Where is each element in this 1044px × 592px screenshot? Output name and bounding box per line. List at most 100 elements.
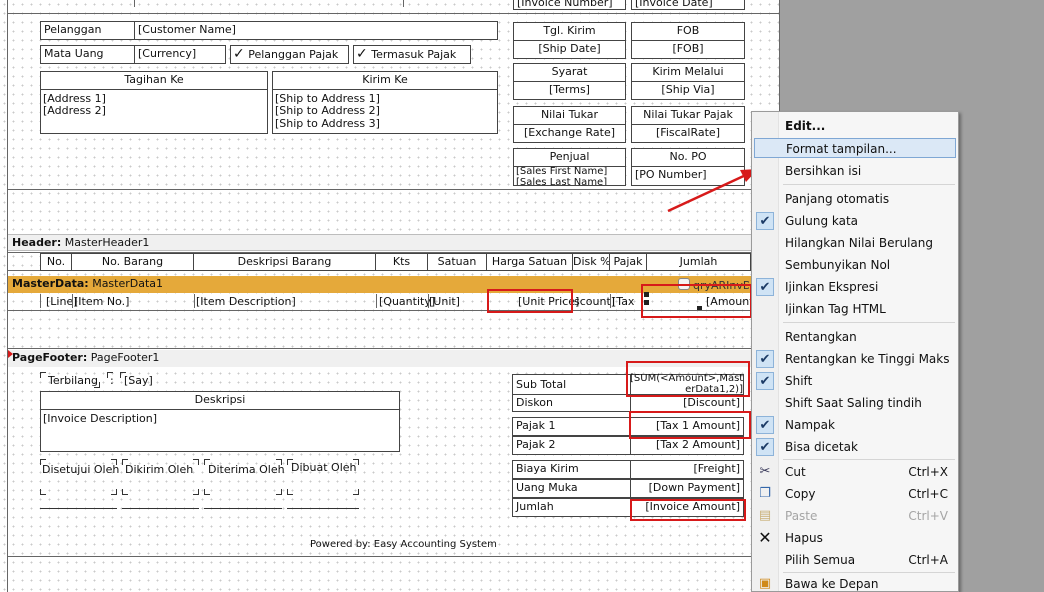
invoice-date-field[interactable]: [Invoice Date] <box>631 0 745 10</box>
fiscal-rate-field[interactable]: [FiscalRate] <box>631 124 745 143</box>
header-band-bar[interactable]: Header: MasterHeader1 <box>8 234 779 251</box>
col-header-satuan[interactable]: Satuan <box>427 253 487 271</box>
tagihan-ke-header[interactable]: Tagihan Ke <box>40 71 268 90</box>
menu-label: Cut <box>785 465 806 479</box>
col-header-jumlah[interactable]: Jumlah <box>646 253 751 271</box>
jumlah-label: Jumlah <box>516 500 554 513</box>
check-icon: ✓ <box>356 46 368 62</box>
nilai-tukar-text: Nilai Tukar <box>540 108 599 121</box>
menu-item-panjang-otomatis[interactable]: Panjang otomatis <box>754 189 956 209</box>
field-corner <box>40 489 46 495</box>
uang-muka-row[interactable]: Uang Muka [Down Payment] <box>512 479 744 498</box>
biaya-kirim-row[interactable]: Biaya Kirim [Freight] <box>512 460 744 479</box>
menu-item-bisa-dicetak[interactable]: ✔ Bisa dicetak <box>754 437 956 457</box>
field-corner <box>276 489 282 495</box>
mata-uang-label[interactable]: Mata Uang <box>40 45 135 64</box>
highlight-unit-price <box>487 289 573 313</box>
say-field[interactable]: [Say] <box>124 374 153 387</box>
field-corner <box>287 489 293 495</box>
item-description-field[interactable]: [Item Description] <box>196 295 296 308</box>
menu-item-cut[interactable]: ✂ Cut Ctrl+X <box>754 462 956 482</box>
diterima-block[interactable]: Diterima Oleh <box>204 459 285 509</box>
field-corner <box>204 489 210 495</box>
quantity-field[interactable]: [Quantity] <box>379 295 435 308</box>
context-menu: Edit... Format tampilan... Bersihkan isi… <box>751 111 959 592</box>
col-header-disk[interactable]: Disk % <box>572 253 610 271</box>
col-header-no-barang[interactable]: No. Barang <box>71 253 194 271</box>
menu-separator <box>783 322 955 323</box>
fob-field[interactable]: [FOB] <box>631 40 745 59</box>
copy-icon: ❐ <box>759 486 771 501</box>
menu-item-gulung-kata[interactable]: ✔ Gulung kata <box>754 211 956 231</box>
menu-item-sembunyikan-nol[interactable]: Sembunyikan Nol <box>754 255 956 275</box>
syarat-label[interactable]: Syarat <box>513 63 626 82</box>
menu-item-copy[interactable]: ❐ Copy Ctrl+C <box>754 484 956 504</box>
menu-item-rentangkan-ke-tinggi-maks[interactable]: ✔ Rentangkan ke Tinggi Maks <box>754 349 956 369</box>
terms-field[interactable]: [Terms] <box>513 81 626 100</box>
menu-item-rentangkan[interactable]: Rentangkan <box>754 327 956 347</box>
col-header-text: Harga Satuan <box>491 255 568 268</box>
currency-field[interactable]: [Currency] <box>134 45 226 64</box>
field-corner <box>122 489 128 495</box>
pelanggan-pajak-checkbox[interactable]: ✓ Pelanggan Pajak <box>230 45 349 64</box>
nilai-tukar-label[interactable]: Nilai Tukar <box>513 106 626 125</box>
kirim-ke-header[interactable]: Kirim Ke <box>272 71 498 90</box>
disetujui-label: Disetujui Oleh <box>42 463 120 476</box>
field-corner <box>111 489 117 495</box>
menu-label: Rentangkan <box>785 330 857 344</box>
col-header-no[interactable]: No. <box>40 253 72 271</box>
termasuk-pajak-checkbox[interactable]: ✓ Termasuk Pajak <box>353 45 471 64</box>
checkmark-icon: ✔ <box>756 416 774 434</box>
invoice-number-field[interactable]: [Invoice Number] <box>513 0 626 10</box>
customer-name-field[interactable]: [Customer Name] <box>134 21 498 40</box>
penjual-label[interactable]: Penjual <box>513 148 626 167</box>
colon-label[interactable]: : <box>110 374 114 387</box>
menu-item-hapus[interactable]: ✕ Hapus <box>754 528 956 548</box>
col-header-deskripsi[interactable]: Deskripsi Barang <box>193 253 376 271</box>
dibuat-block[interactable]: Dibuat Oleh <box>287 459 359 509</box>
deskripsi-header[interactable]: Deskripsi <box>40 391 400 410</box>
disetujui-block[interactable]: Disetujui Oleh <box>40 459 120 509</box>
menu-item-bersihkan-isi[interactable]: Bersihkan isi <box>754 161 956 181</box>
menu-item-paste[interactable]: ▤ Paste Ctrl+V <box>754 506 956 526</box>
nilai-tukar-pajak-label[interactable]: Nilai Tukar Pajak <box>631 106 745 125</box>
invoice-date-text: [Invoice Date] <box>635 0 713 9</box>
item-no-field[interactable]: [Item No.] <box>74 295 129 308</box>
menu-item-format-tampilan[interactable]: Format tampilan... <box>754 138 956 158</box>
terbilang-label[interactable]: Terbilang <box>48 374 98 387</box>
sales-name-field[interactable]: [Sales First Name] [Sales Last Name] <box>513 166 626 186</box>
header-band-label: Header: <box>12 236 62 249</box>
unit-field[interactable]: [Unit] <box>429 295 460 308</box>
kirim-ke-text: Kirim Ke <box>362 73 408 86</box>
down-payment-value: [Down Payment] <box>648 481 740 494</box>
menu-item-ijinkan-tag-html[interactable]: Ijinkan Tag HTML <box>754 299 956 319</box>
ship-via-text: [Ship Via] <box>661 83 715 96</box>
signature-line <box>204 508 282 509</box>
col-header-pajak[interactable]: Pajak <box>609 253 647 271</box>
menu-item-hilangkan-nilai-berulang[interactable]: Hilangkan Nilai Berulang <box>754 233 956 253</box>
menu-item-nampak[interactable]: ✔ Nampak <box>754 415 956 435</box>
tax2-value: [Tax 2 Amount] <box>656 438 740 451</box>
biaya-kirim-label: Biaya Kirim <box>516 462 579 475</box>
band-divider <box>8 556 779 557</box>
menu-item-bawa-ke-depan[interactable]: ▣ Bawa ke Depan <box>754 574 956 591</box>
field-corner <box>353 489 359 495</box>
menu-item-shift[interactable]: ✔ Shift <box>754 371 956 391</box>
discount-field[interactable]: scount] <box>574 295 615 308</box>
powered-by-text[interactable]: Powered by: Easy Accounting System <box>310 538 497 551</box>
exchange-rate-field[interactable]: [Exchange Rate] <box>513 124 626 143</box>
tax-field[interactable]: [Tax <box>612 295 634 308</box>
menu-item-pilih-semua[interactable]: Pilih Semua Ctrl+A <box>754 550 956 570</box>
ship-via-field[interactable]: [Ship Via] <box>631 81 745 100</box>
menu-item-edit[interactable]: Edit... <box>754 116 956 136</box>
kirim-melalui-label[interactable]: Kirim Melalui <box>631 63 745 82</box>
menu-item-shift-saat-saling-tindih[interactable]: Shift Saat Saling tindih <box>754 393 956 413</box>
fob-label[interactable]: FOB <box>631 22 745 41</box>
menu-item-ijinkan-ekspresi[interactable]: ✔ Ijinkan Ekspresi <box>754 277 956 297</box>
dikirim-block[interactable]: Dikirim Oleh <box>122 459 199 509</box>
ship-date-field[interactable]: [Ship Date] <box>513 40 626 59</box>
col-header-harga-satuan[interactable]: Harga Satuan <box>486 253 573 271</box>
col-header-kts[interactable]: Kts <box>375 253 428 271</box>
tgl-kirim-label[interactable]: Tgl. Kirim <box>513 22 626 41</box>
pelanggan-label[interactable]: Pelanggan <box>40 21 135 40</box>
